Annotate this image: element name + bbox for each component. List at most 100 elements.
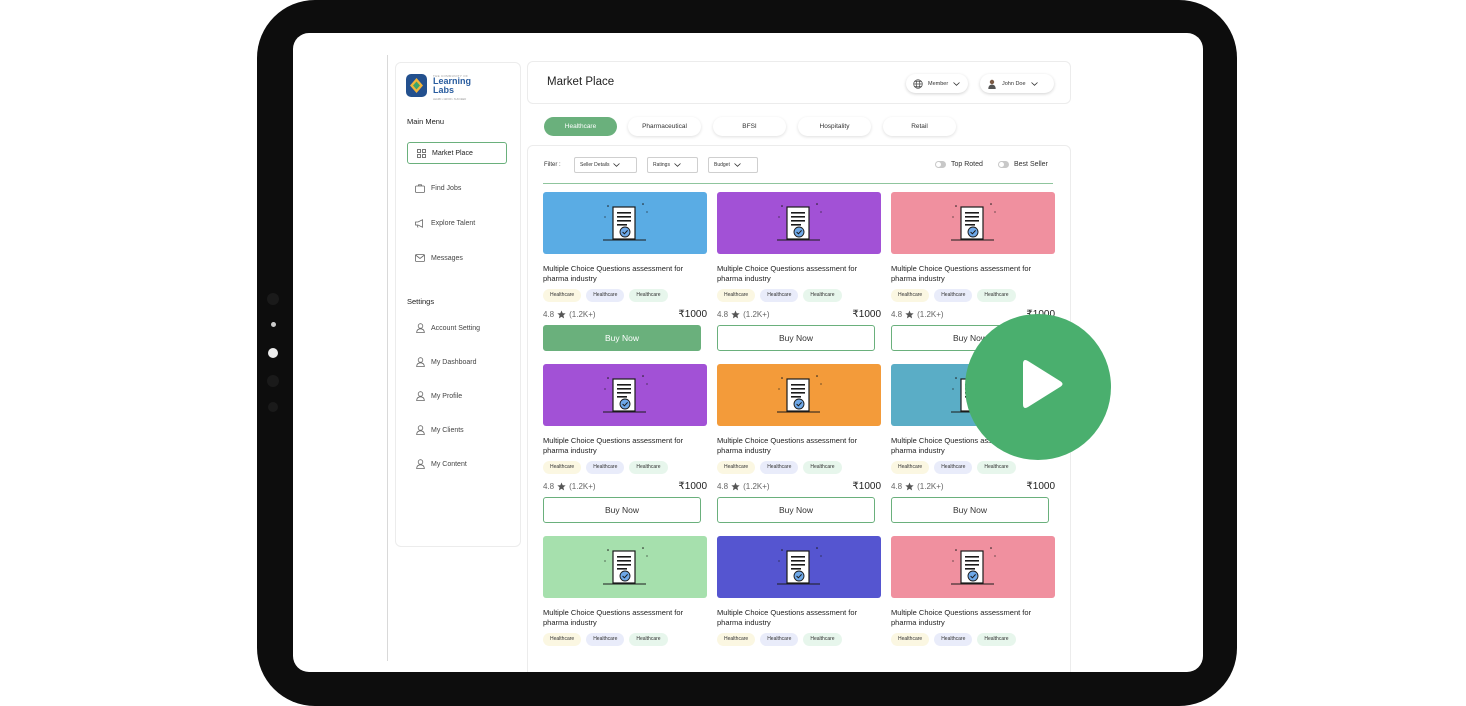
chevron-down-icon: [1030, 81, 1038, 86]
user-icon: [413, 425, 427, 435]
tab-bfsi[interactable]: BFSI: [713, 117, 786, 136]
category-tag: Healthcare: [543, 289, 582, 302]
tag-list: Healthcare Healthcare Healthcare: [543, 633, 673, 646]
buy-now-button[interactable]: Buy Now: [891, 497, 1049, 523]
budget-filter[interactable]: Budget: [708, 157, 758, 173]
product-title[interactable]: Multiple Choice Questions assessment for…: [543, 264, 707, 284]
top-rated-toggle[interactable]: Top Roted: [935, 161, 983, 168]
category-tag: Healthcare: [543, 461, 582, 474]
rating: 4.8 (1.2K+): [717, 482, 770, 491]
product-title[interactable]: Multiple Choice Questions assessment for…: [717, 264, 881, 284]
rating-value: 4.8: [891, 310, 903, 319]
category-tag: Healthcare: [803, 461, 842, 474]
product-title[interactable]: Multiple Choice Questions assessment for…: [891, 264, 1055, 284]
tag-list: Healthcare Healthcare Healthcare: [543, 461, 673, 474]
filter-option-label: Ratings: [653, 162, 670, 168]
toggle-switch[interactable]: [998, 161, 1009, 168]
sidebar-item-my-content[interactable]: My Content: [407, 453, 507, 475]
category-tag: Healthcare: [977, 461, 1016, 474]
filter-divider: [543, 183, 1053, 184]
member-dropdown[interactable]: Member: [906, 74, 968, 93]
tab-pharmaceutical[interactable]: Pharmaceutical: [628, 117, 701, 136]
sidebar-item-label: Market Place: [432, 149, 473, 157]
logo-name: Learning Labs: [433, 76, 472, 95]
star-icon: [731, 310, 740, 319]
category-tag: Healthcare: [891, 289, 930, 302]
product-title[interactable]: Multiple Choice Questions assessment for…: [891, 608, 1055, 628]
header-bar: Market Place Member John Doe: [527, 61, 1071, 104]
sidebar-item-market-place[interactable]: Market Place: [407, 142, 507, 164]
sidebar-item-account-setting[interactable]: Account Setting: [407, 317, 507, 339]
document-check-icon: [603, 203, 648, 241]
sidebar-item-find-jobs[interactable]: Find Jobs: [407, 177, 507, 199]
user-name: John Doe: [1002, 80, 1026, 87]
category-tag: Healthcare: [717, 461, 756, 474]
main-menu-heading: Main Menu: [407, 117, 445, 126]
megaphone-icon: [413, 218, 427, 228]
play-video-button[interactable]: [965, 314, 1111, 460]
product-thumbnail[interactable]: [717, 192, 881, 254]
sidebar-item-my-profile[interactable]: My Profile: [407, 385, 507, 407]
document-check-icon: [603, 547, 648, 585]
sidebar-item-label: Messages: [431, 254, 463, 262]
sidebar-item-explore-talent[interactable]: Explore Talent: [407, 212, 507, 234]
ratings-filter[interactable]: Ratings: [647, 157, 698, 173]
product-thumbnail[interactable]: [717, 536, 881, 598]
briefcase-icon: [413, 183, 427, 193]
product-title[interactable]: Multiple Choice Questions assessment for…: [543, 436, 707, 456]
toggle-switch[interactable]: [935, 161, 946, 168]
category-tag: Healthcare: [543, 633, 582, 646]
seller-details-filter[interactable]: Seller Details: [574, 157, 637, 173]
chevron-down-icon: [953, 81, 960, 86]
category-tag: Healthcare: [803, 289, 842, 302]
user-icon: [413, 391, 427, 401]
tab-healthcare[interactable]: Healthcare: [544, 117, 617, 136]
rating-value: 4.8: [891, 482, 903, 491]
product-thumbnail[interactable]: [543, 364, 707, 426]
category-tag: Healthcare: [934, 289, 973, 302]
tab-hospitality[interactable]: Hospitality: [798, 117, 871, 136]
category-tag: Healthcare: [760, 289, 799, 302]
buy-now-button[interactable]: Buy Now: [543, 497, 701, 523]
user-menu-dropdown[interactable]: John Doe: [980, 74, 1054, 93]
learning-labs-logo[interactable]: THE COMMUNITY OF Learning Labs LEARN • GR…: [406, 74, 486, 102]
category-tag: Healthcare: [717, 289, 756, 302]
product-thumbnail[interactable]: [717, 364, 881, 426]
sidebar-item-messages[interactable]: Messages: [407, 247, 507, 269]
product-title[interactable]: Multiple Choice Questions assessment for…: [717, 436, 881, 456]
rating: 4.8 (1.2K+): [543, 482, 596, 491]
buy-now-button[interactable]: Buy Now: [543, 325, 701, 351]
tag-list: Healthcare Healthcare Healthcare: [891, 633, 1021, 646]
product-thumbnail[interactable]: [543, 536, 707, 598]
best-seller-toggle[interactable]: Best Seller: [998, 161, 1048, 168]
tag-list: Healthcare Healthcare Healthcare: [891, 461, 1021, 474]
product-title[interactable]: Multiple Choice Questions assessment for…: [543, 608, 707, 628]
tab-retail[interactable]: Retail: [883, 117, 956, 136]
product-price: ₹1000: [1026, 481, 1055, 492]
product-thumbnail[interactable]: [543, 192, 707, 254]
rating: 4.8 (1.2K+): [543, 310, 596, 319]
star-icon: [557, 482, 566, 491]
product-thumbnail[interactable]: [891, 192, 1055, 254]
category-tag: Healthcare: [629, 461, 668, 474]
review-count: (1.2K+): [917, 310, 944, 319]
divider-line: [387, 55, 388, 661]
document-check-icon: [777, 375, 822, 413]
product-thumbnail[interactable]: [891, 536, 1055, 598]
category-tag: Healthcare: [934, 633, 973, 646]
buy-now-button[interactable]: Buy Now: [717, 497, 875, 523]
camera-dot: [267, 293, 279, 305]
member-label: Member: [928, 80, 949, 87]
mic-dot: [268, 402, 278, 412]
chevron-down-icon: [613, 163, 621, 167]
sidebar-item-my-dashboard[interactable]: My Dashboard: [407, 351, 507, 373]
product-title[interactable]: Multiple Choice Questions assessment for…: [717, 608, 881, 628]
sensor-dot: [271, 322, 276, 327]
buy-now-button[interactable]: Buy Now: [717, 325, 875, 351]
star-icon: [905, 482, 914, 491]
category-tag: Healthcare: [629, 633, 668, 646]
sidebar-item-label: Find Jobs: [431, 184, 462, 192]
sidebar-item-my-clients[interactable]: My Clients: [407, 419, 507, 441]
product-price: ₹1000: [678, 309, 707, 320]
tag-list: Healthcare Healthcare Healthcare: [717, 633, 847, 646]
